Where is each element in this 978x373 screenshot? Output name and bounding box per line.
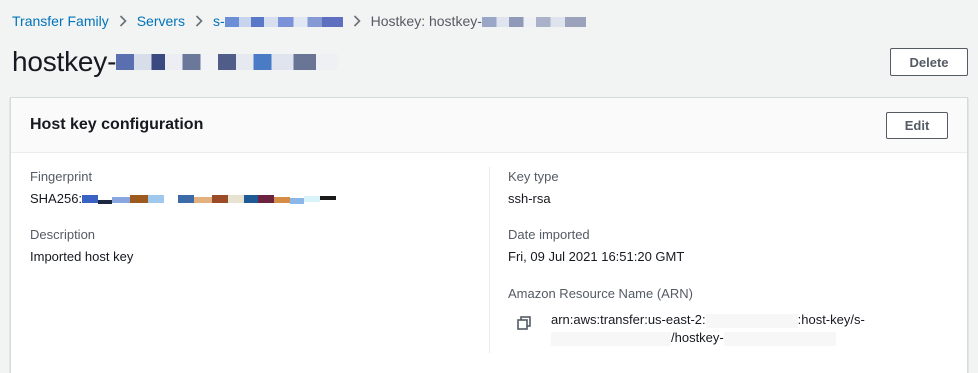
arn-part1: arn:aws:transfer:us-east-2: [551,312,706,327]
column-divider [489,167,490,353]
panel-header: Host key configuration Edit [11,98,967,153]
chevron-right-icon [185,15,213,27]
key-type-field: Key type ssh-rsa [508,169,559,207]
breadcrumb-current-label: Hostkey: hostkey- [370,13,482,29]
host-key-configuration-panel: Host key configuration Edit Fingerprint … [10,97,968,373]
fingerprint-prefix: SHA256: [30,191,83,206]
description-label: Description [30,227,96,242]
redacted-hostkey-id [723,331,836,346]
chevron-right-icon [109,15,137,27]
breadcrumb: Transfer Family Servers s- Hostkey: host… [12,12,586,30]
key-type-label: Key type [508,169,559,184]
fingerprint-label: Fingerprint [30,169,93,184]
description-value: Imported host key [30,249,134,264]
redacted-server-id [224,17,343,28]
breadcrumb-server-id-label: s- [212,13,225,29]
breadcrumb-current: Hostkey: hostkey- [371,13,586,29]
panel-title: Host key configuration [30,116,204,133]
redacted-server-id [551,331,671,346]
date-imported-field: Date imported Fri, 09 Jul 2021 16:51:20 … [508,227,684,265]
redacted-hostkey-id [481,17,586,28]
redacted-account-id [705,313,798,328]
arn-part2: :host-key/s- [797,312,865,327]
page-title-text: hostkey- [12,46,117,77]
date-imported-value: Fri, 09 Jul 2021 16:51:20 GMT [508,249,685,264]
edit-button[interactable]: Edit [886,111,948,139]
fingerprint-value: SHA256: [30,191,337,207]
date-imported-label: Date imported [508,227,590,242]
key-type-value: ssh-rsa [508,191,551,206]
fingerprint-field: Fingerprint SHA256: [30,169,337,207]
page-header: hostkey- Delete [12,44,968,80]
panel-body: Fingerprint SHA256: Description Imported… [11,153,967,373]
redacted-title-id [116,54,339,70]
breadcrumb-server-id[interactable]: s- [213,13,343,29]
breadcrumb-servers[interactable]: Servers [137,13,185,29]
arn-field: Amazon Resource Name (ARN) arn:aws:trans… [508,286,881,347]
delete-button[interactable]: Delete [890,48,968,76]
description-field: Description Imported host key [30,227,133,265]
arn-label: Amazon Resource Name (ARN) [508,286,693,301]
arn-value: arn:aws:transfer:us-east-2::host-key/s- … [551,311,881,347]
redacted-fingerprint [82,191,337,207]
arn-part3: /hostkey- [671,330,724,345]
arn-row: arn:aws:transfer:us-east-2::host-key/s- … [508,311,881,347]
chevron-right-icon [343,15,371,27]
breadcrumb-transfer-family[interactable]: Transfer Family [12,13,109,29]
page-title: hostkey- [12,46,339,78]
copy-icon[interactable] [508,311,551,336]
